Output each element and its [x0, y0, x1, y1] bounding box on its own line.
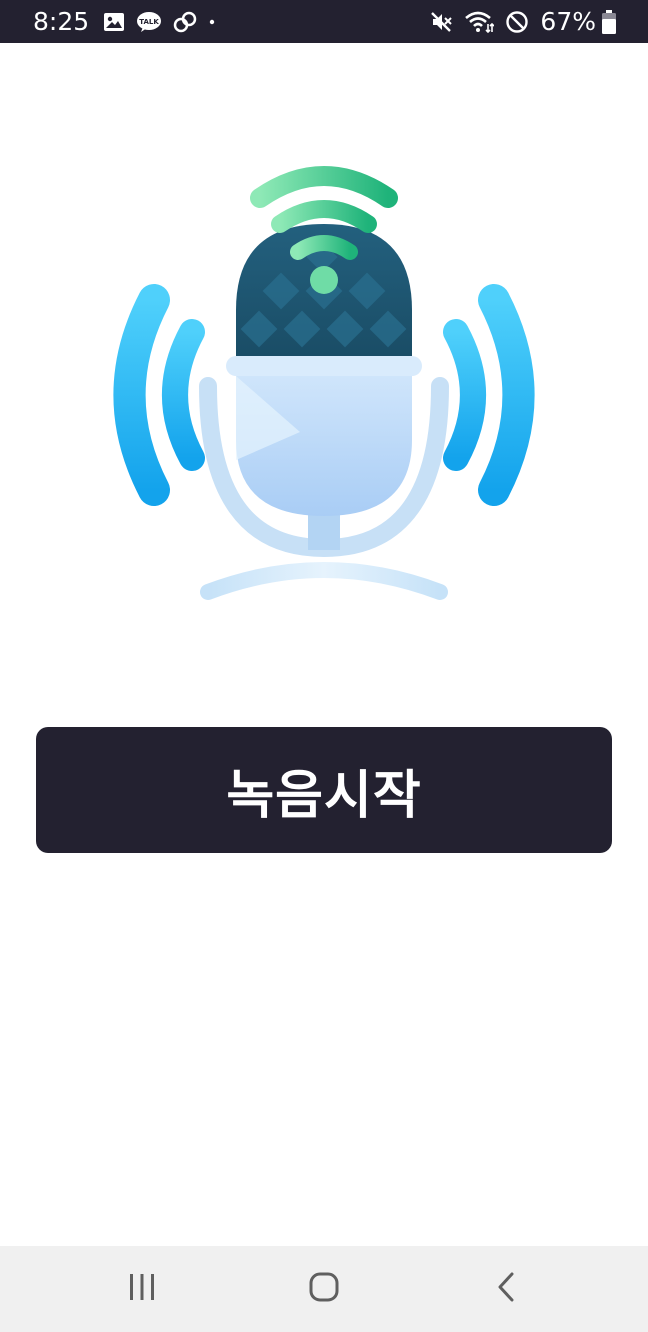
status-bar-right: 67% [429, 7, 616, 36]
app-screen: 8:25 TALK 67% 녹음시작 [0, 0, 648, 1332]
wifi-icon [464, 10, 495, 34]
do-not-disturb-icon [505, 10, 529, 34]
dot-icon [208, 18, 216, 26]
kakaotalk-icon: TALK [136, 11, 162, 33]
navigation-bar [0, 1246, 648, 1332]
link-icon [173, 11, 197, 33]
start-recording-label: 녹음시작 [226, 765, 422, 826]
status-bar-left: 8:25 TALK [33, 7, 227, 36]
start-recording-button[interactable]: 녹음시작 [36, 727, 612, 853]
battery-icon [602, 9, 616, 34]
home-icon [308, 1271, 340, 1307]
home-button[interactable] [264, 1246, 384, 1332]
talk-badge-text: TALK [139, 18, 159, 26]
status-time: 8:25 [33, 7, 90, 36]
mute-icon [429, 10, 453, 34]
back-icon [494, 1271, 518, 1307]
status-bar: 8:25 TALK 67% [0, 0, 648, 43]
back-button[interactable] [446, 1246, 566, 1332]
recent-apps-icon [127, 1272, 157, 1306]
battery-percent: 67% [540, 7, 596, 36]
microphone-signal-icon [100, 160, 548, 608]
recent-apps-button[interactable] [82, 1246, 202, 1332]
gallery-icon [103, 12, 125, 32]
